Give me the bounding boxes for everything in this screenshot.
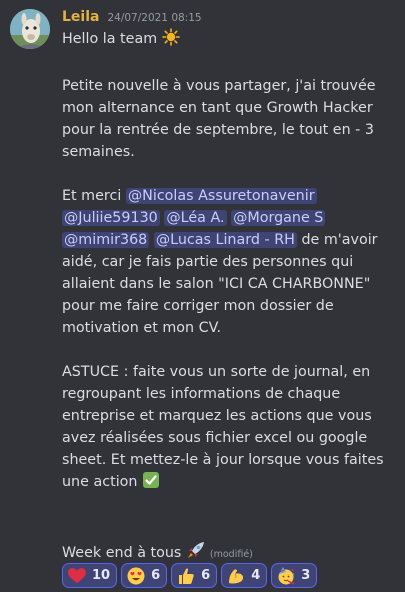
message-header: Leila 24/07/2021 08:15 — [62, 9, 202, 27]
username[interactable]: Leila — [62, 9, 99, 25]
thumbs-up-icon — [177, 567, 195, 585]
reaction-count: 10 — [92, 568, 111, 583]
reaction-heart-eyes[interactable]: 6 — [121, 563, 168, 588]
message-content: Hello la team Petite nouvelle à vous par… — [62, 28, 398, 567]
mention-nicolas[interactable]: @Nicolas Assuretonavenir — [125, 188, 317, 204]
reaction-count: 4 — [251, 568, 261, 583]
reaction-flexed-biceps[interactable]: 4 — [221, 563, 268, 588]
flexed-biceps-icon — [227, 567, 245, 585]
mention-morgane[interactable]: @Morgane S — [231, 210, 326, 226]
tip-text: ASTUCE : faite vous un sorte de journal,… — [62, 364, 384, 490]
mention-lucas[interactable]: @Lucas Linard - RH — [153, 232, 297, 248]
news-paragraph: Petite nouvelle à vous partager, j'ai tr… — [62, 78, 376, 160]
tip-paragraph: ASTUCE : faite vous un sorte de journal,… — [62, 361, 398, 496]
partying-face-icon — [277, 566, 295, 585]
mention-mimir[interactable]: @mimir368 — [62, 232, 150, 248]
reaction-heart[interactable]: 10 — [62, 563, 118, 588]
edited-label: (modifié) — [209, 549, 253, 560]
closing-text: Week end à tous — [62, 545, 182, 561]
sun-icon — [161, 28, 180, 53]
reaction-thumbs-up[interactable]: 6 — [171, 563, 218, 588]
chat-message: Leila 24/07/2021 08:15 Hello la team Pet… — [0, 0, 405, 592]
reaction-partying-face[interactable]: 3 — [271, 563, 318, 588]
thanks-prefix: Et merci — [62, 188, 126, 204]
reaction-count: 3 — [301, 568, 311, 583]
reactions-bar: 10 6 6 4 3 — [62, 563, 318, 588]
greeting-line: Hello la team — [62, 28, 398, 53]
check-mark-icon — [142, 471, 160, 496]
reaction-count: 6 — [201, 568, 211, 583]
reaction-count: 6 — [151, 568, 161, 583]
heart-eyes-icon — [127, 567, 145, 585]
user-avatar[interactable] — [10, 9, 50, 49]
heart-icon — [68, 567, 86, 584]
thanks-paragraph: Et merci @Nicolas Assuretonavenir @Julii… — [62, 185, 398, 339]
mention-lea[interactable]: @Léa A. — [164, 210, 227, 226]
message-timestamp: 24/07/2021 08:15 — [107, 12, 202, 24]
greeting-text: Hello la team — [62, 31, 158, 47]
mention-juliie[interactable]: @Juliie59130 — [62, 210, 160, 226]
